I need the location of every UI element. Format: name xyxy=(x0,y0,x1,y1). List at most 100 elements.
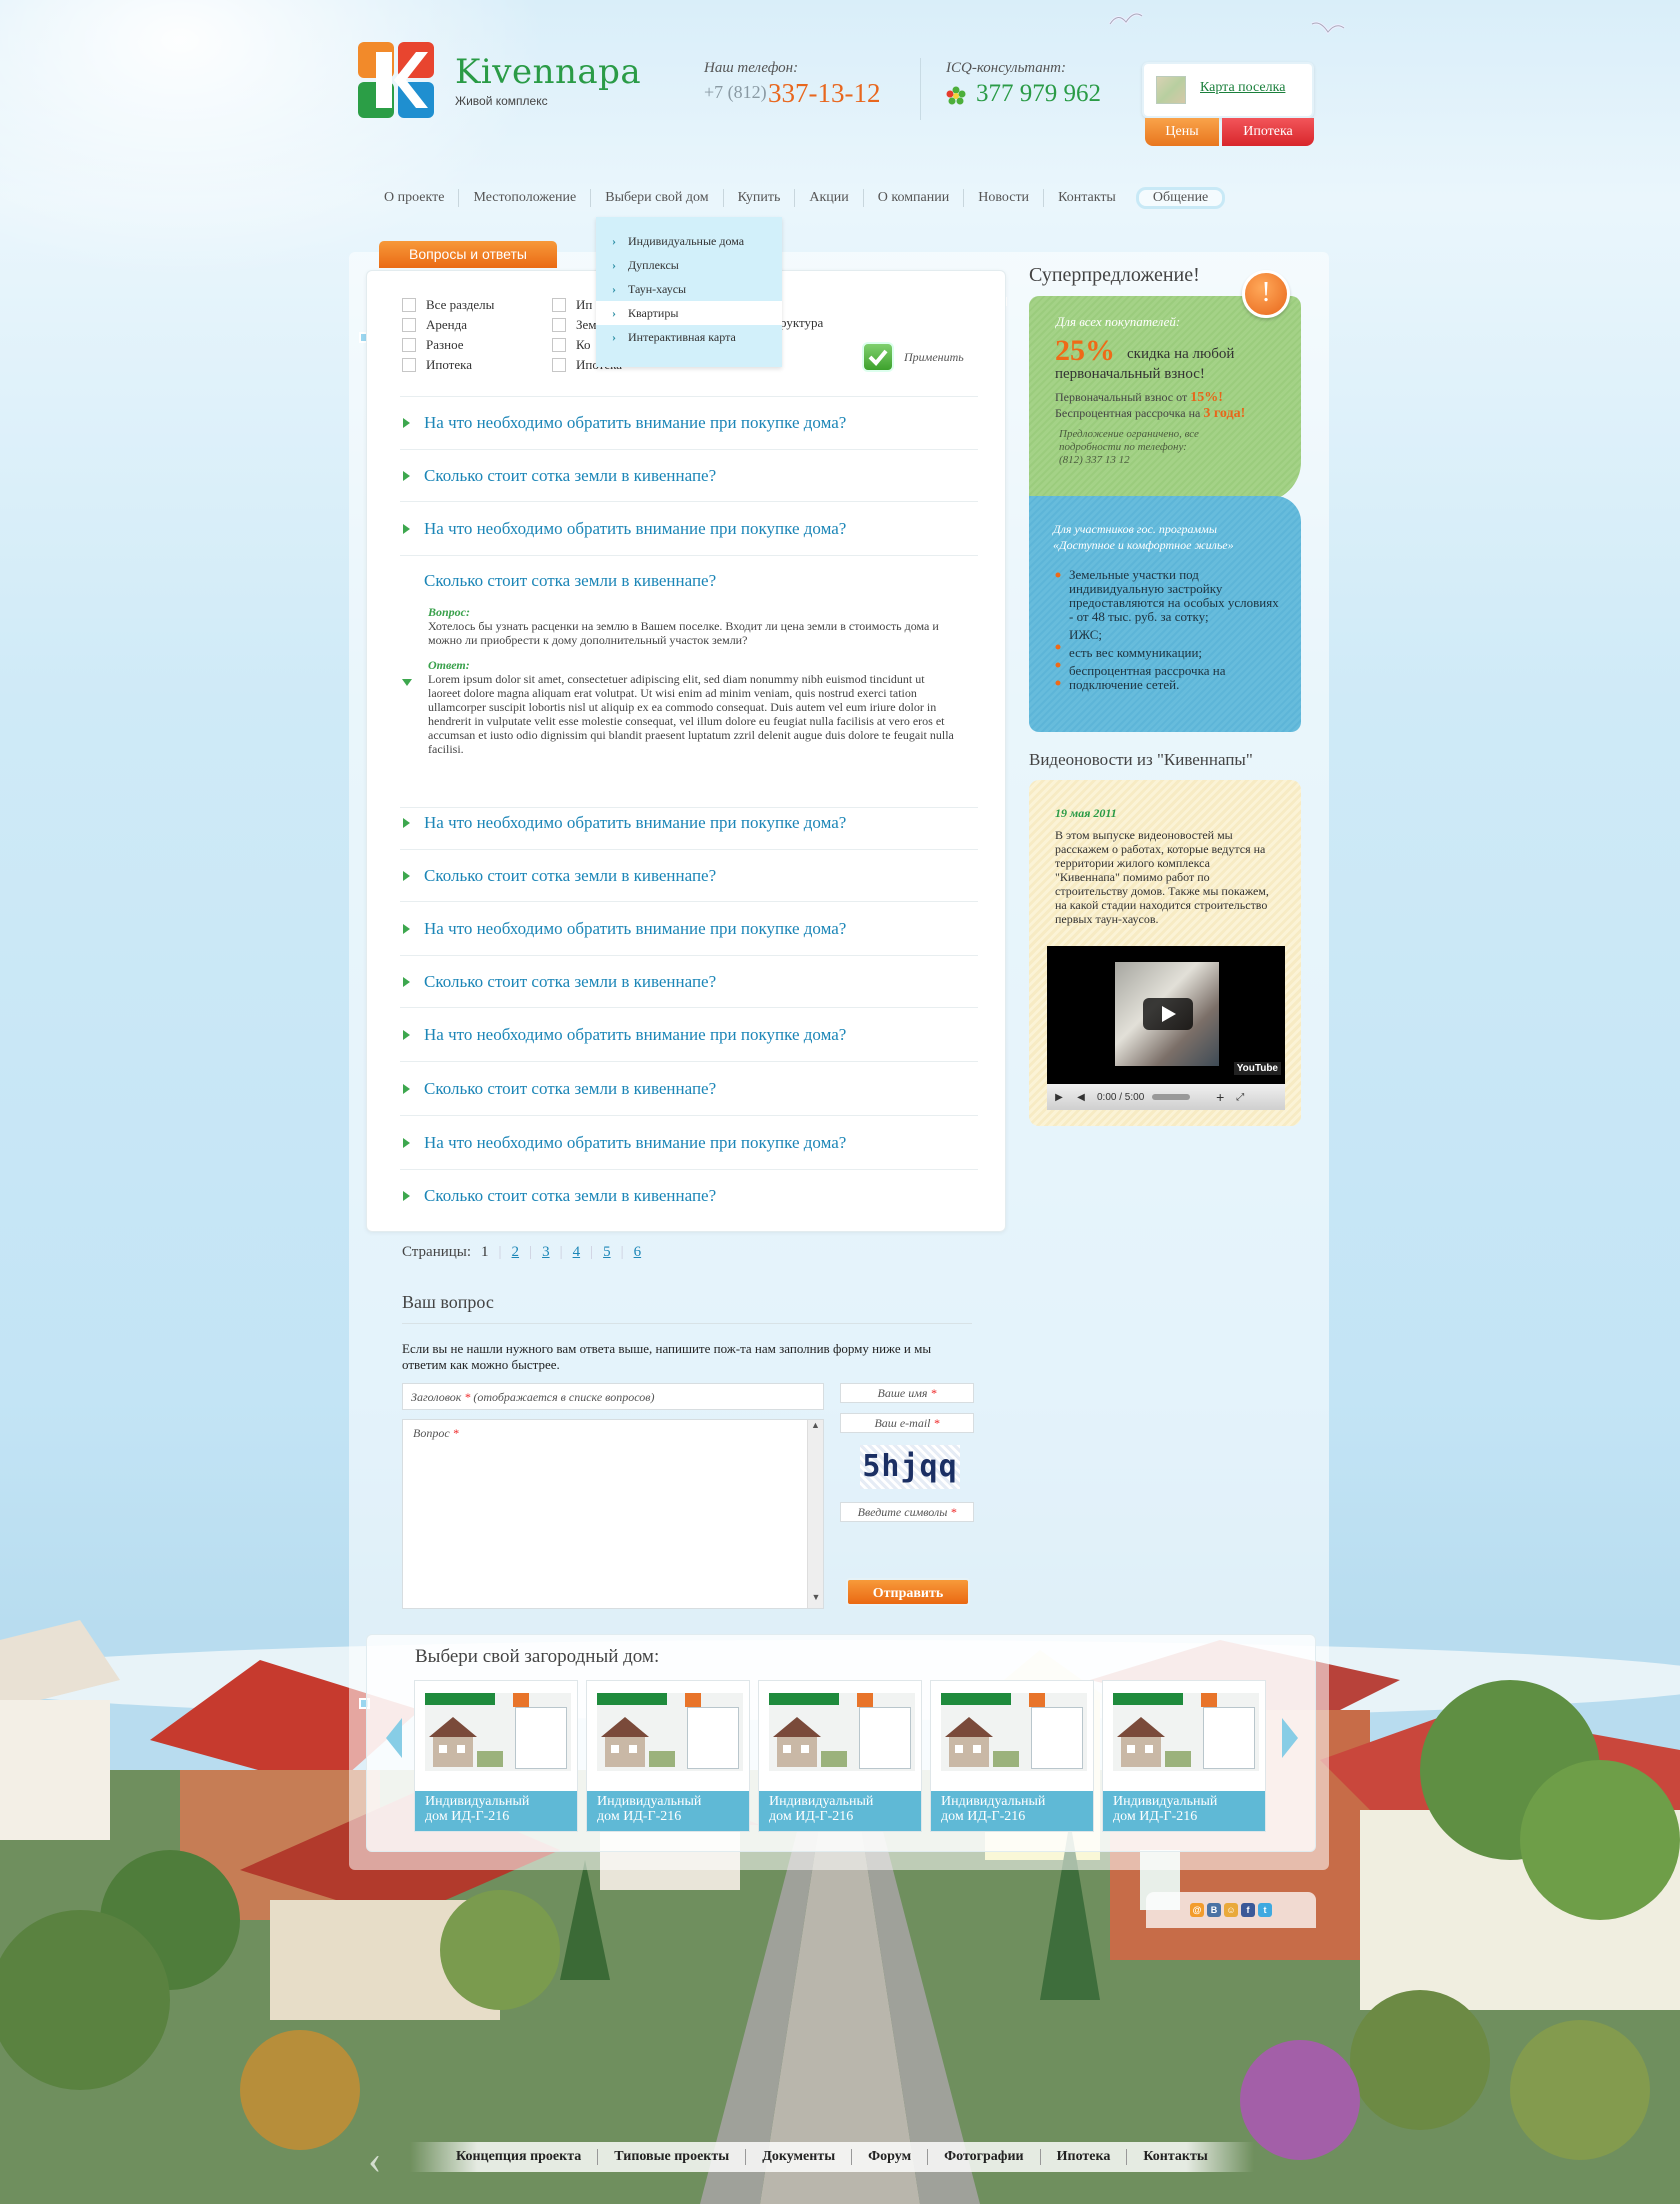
video-player[interactable]: YouTube ▶ ◀ 0:00 / 5:00 + ⤢ xyxy=(1047,946,1285,1110)
question-textarea[interactable]: Вопрос * ▲ ▼ xyxy=(402,1419,824,1609)
page-link[interactable]: 5 xyxy=(603,1244,611,1261)
question-label: Вопрос: xyxy=(428,605,470,619)
footer-link-projects[interactable]: Типовые проекты xyxy=(598,2149,745,2165)
question-item[interactable]: На что необходимо обратить внимание при … xyxy=(400,902,978,956)
facebook-icon[interactable]: f xyxy=(1241,1903,1255,1917)
house-card[interactable]: Индивидуальный дом ИД-Г-216 xyxy=(1102,1680,1266,1832)
tab-questions-answers[interactable]: Вопросы и ответы xyxy=(379,241,557,268)
nav-item-company[interactable]: О компании xyxy=(864,190,963,206)
house-image xyxy=(425,1693,571,1771)
house-icon xyxy=(773,1717,847,1767)
fullscreen-icon[interactable]: ⤢ xyxy=(1230,1092,1250,1103)
play-overlay-icon[interactable] xyxy=(1143,998,1193,1030)
footer-link-contacts[interactable]: Контакты xyxy=(1127,2149,1223,2165)
bullet-dots-icon xyxy=(1055,572,1061,686)
nav-item-communication[interactable]: Общение xyxy=(1135,187,1226,209)
village-map-link[interactable]: Карта поселка xyxy=(1200,80,1285,96)
video-progress[interactable] xyxy=(1152,1094,1191,1100)
logo-icon[interactable] xyxy=(358,42,434,118)
house-icon xyxy=(1117,1717,1191,1767)
nav-item-contacts[interactable]: Контакты xyxy=(1044,190,1130,206)
filter-all[interactable]: Все разделы xyxy=(402,295,494,315)
scroll-up-icon[interactable]: ▲ xyxy=(808,1420,823,1436)
prices-button[interactable]: Цены xyxy=(1145,118,1219,146)
nav-item-location[interactable]: Местоположение xyxy=(459,190,590,206)
dropdown-item-individual[interactable]: Индивидуальные дома xyxy=(596,229,782,253)
question-item[interactable]: На что необходимо обратить внимание при … xyxy=(400,397,978,450)
filter-mortgage[interactable]: Ипотека xyxy=(402,355,494,375)
houses-title: Выбери свой загородный дом: xyxy=(415,1646,660,1667)
footer-link-forum[interactable]: Форум xyxy=(852,2149,927,2165)
house-card[interactable]: Индивидуальный дом ИД-Г-216 xyxy=(930,1680,1094,1832)
checkbox[interactable] xyxy=(552,318,566,332)
floor-plan-image xyxy=(859,1707,911,1769)
house-caption: Индивидуальный дом ИД-Г-216 xyxy=(415,1791,577,1831)
house-image-tag xyxy=(857,1693,873,1707)
page-link[interactable]: 4 xyxy=(573,1244,581,1261)
nav-item-news[interactable]: Новости xyxy=(964,190,1043,206)
checkbox[interactable] xyxy=(552,298,566,312)
filter-misc[interactable]: Разное xyxy=(402,335,494,355)
offer-line: Первоначальный взнос от 15%! xyxy=(1055,390,1223,406)
vk-icon[interactable]: B xyxy=(1207,1903,1221,1917)
carousel-next-icon[interactable] xyxy=(1282,1718,1298,1758)
offer-card-green: Для всех покупателей: 25% скидка на любо… xyxy=(1029,296,1301,502)
nav-item-about[interactable]: О проекте xyxy=(370,190,458,206)
checkbox[interactable] xyxy=(402,298,416,312)
house-card[interactable]: Индивидуальный дом ИД-Г-216 xyxy=(758,1680,922,1832)
ok-icon[interactable]: @ xyxy=(1190,1903,1204,1917)
carousel-prev-icon[interactable] xyxy=(386,1718,402,1758)
filter-rent[interactable]: Аренда xyxy=(402,315,494,335)
page-link[interactable]: 3 xyxy=(542,1244,550,1261)
checkbox[interactable] xyxy=(402,358,416,372)
zoom-icon[interactable]: + xyxy=(1210,1089,1230,1105)
volume-icon[interactable]: ◀ xyxy=(1071,1092,1091,1103)
textarea-scrollbar[interactable]: ▲ ▼ xyxy=(807,1420,823,1608)
checkbox[interactable] xyxy=(552,358,566,372)
checkbox[interactable] xyxy=(552,338,566,352)
dropdown-item-duplex[interactable]: Дуплексы xyxy=(596,253,782,277)
dropdown-item-map[interactable]: Интерактивная карта xyxy=(596,325,782,349)
name-input[interactable]: Ваше имя * xyxy=(840,1383,974,1403)
dropdown-item-apartments[interactable]: Квартиры xyxy=(596,301,782,325)
question-item[interactable]: Сколько стоит сотка земли в кивеннапе? xyxy=(400,1170,978,1222)
checkbox[interactable] xyxy=(402,338,416,352)
apply-check-icon[interactable] xyxy=(862,342,894,372)
house-card[interactable]: Индивидуальный дом ИД-Г-216 xyxy=(414,1680,578,1832)
question-item[interactable]: На что необходимо обратить внимание при … xyxy=(400,502,978,556)
question-item[interactable]: На что необходимо обратить внимание при … xyxy=(400,1008,978,1062)
twitter-icon[interactable]: t xyxy=(1258,1903,1272,1917)
mm-icon[interactable]: ☺ xyxy=(1224,1903,1238,1917)
email-input[interactable]: Ваш e-mail * xyxy=(840,1413,974,1433)
dropdown-item-townhouse[interactable]: Таун-хаусы xyxy=(596,277,782,301)
subject-input[interactable]: Заголовок * (отображается в списке вопро… xyxy=(402,1383,824,1410)
question-item[interactable]: Сколько стоит сотка земли в кивеннапе? xyxy=(400,450,978,502)
question-item[interactable]: На что необходимо обратить внимание при … xyxy=(400,796,978,850)
village-map-widget[interactable]: Карта поселка xyxy=(1142,62,1314,118)
scroll-down-icon[interactable]: ▼ xyxy=(808,1592,824,1608)
footer-link-concept[interactable]: Концепция проекта xyxy=(440,2149,597,2165)
footer-prev-icon[interactable]: ‹ xyxy=(368,2136,381,2183)
nav-item-choose-house[interactable]: Выбери свой дом xyxy=(591,190,722,206)
nav-item-promotions[interactable]: Акции xyxy=(795,190,862,206)
apply-button[interactable]: Применить xyxy=(904,350,964,365)
play-icon[interactable]: ▶ xyxy=(1047,1092,1071,1103)
house-card[interactable]: Индивидуальный дом ИД-Г-216 xyxy=(586,1680,750,1832)
house-icon xyxy=(945,1717,1019,1767)
page-link[interactable]: 6 xyxy=(634,1244,642,1261)
footer-link-mortgage[interactable]: Ипотека xyxy=(1041,2149,1127,2165)
footer-link-documents[interactable]: Документы xyxy=(746,2149,851,2165)
captcha-input[interactable]: Введите символы * xyxy=(840,1502,974,1522)
question-item[interactable]: Сколько стоит сотка земли в кивеннапе? xyxy=(400,1062,978,1116)
question-item[interactable]: Сколько стоит сотка земли в кивеннапе? xyxy=(400,956,978,1008)
house-caption-line: дом ИД-Г-216 xyxy=(941,1809,1026,1824)
question-item[interactable]: Сколько стоит сотка земли в кивеннапе? xyxy=(400,850,978,902)
nav-item-buy[interactable]: Купить xyxy=(724,190,795,206)
checkbox[interactable] xyxy=(402,318,416,332)
footer-link-photos[interactable]: Фотографии xyxy=(928,2149,1040,2165)
mortgage-button[interactable]: Ипотека xyxy=(1222,118,1314,146)
question-item[interactable]: На что необходимо обратить внимание при … xyxy=(400,1116,978,1170)
page-link[interactable]: 2 xyxy=(512,1244,520,1261)
submit-button[interactable]: Отправить xyxy=(846,1578,970,1606)
house-caption-line: Индивидуальный xyxy=(1113,1794,1218,1809)
